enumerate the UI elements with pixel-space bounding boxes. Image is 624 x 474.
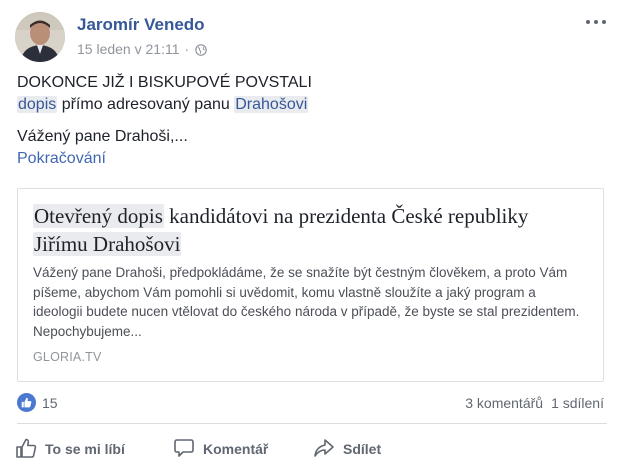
like-reaction-icon[interactable] (17, 393, 36, 412)
highlighted-term: Jiřímu Drahošovi (33, 232, 182, 256)
action-bar: To se mi líbí Komentář Sdílet (15, 434, 610, 464)
post-timestamp[interactable]: 15 leden v 21:11 (77, 41, 180, 57)
like-count[interactable]: 15 (42, 395, 58, 411)
share-arrow-icon (313, 437, 343, 462)
divider (17, 423, 607, 424)
reaction-stats: 15 3 komentářů 1 sdílení (17, 391, 607, 415)
post-meta: 15 leden v 21:11 · (77, 41, 207, 57)
share-count[interactable]: 1 sdílení (551, 395, 604, 411)
thumbs-up-icon (15, 437, 45, 462)
post-header: Jaromír Venedo 15 leden v 21:11 · (15, 12, 611, 62)
post-text-line: DOKONCE JIŽ I BISKUPOVÉ POVSTALI (17, 74, 312, 91)
post-text-fragment: přímo adresovaný panu (57, 96, 235, 113)
title-fragment: kandidátovi na prezidenta České republik… (163, 204, 529, 228)
engagement-counts: 3 komentářů 1 sdílení (457, 395, 604, 411)
ellipsis-icon[interactable] (586, 18, 606, 26)
post-text-line: dopis přímo adresovaný panu Drahošovi (17, 94, 607, 116)
author-name[interactable]: Jaromír Venedo (77, 15, 205, 35)
link-preview-card[interactable]: Otevřený dopis kandidátovi na prezidenta… (17, 188, 604, 382)
highlighted-term: Otevřený dopis (33, 204, 164, 228)
speech-bubble-icon (173, 437, 203, 462)
mention-link[interactable]: dopis (17, 96, 58, 113)
like-label: To se mi líbí (45, 441, 125, 457)
comment-label: Komentář (203, 441, 269, 457)
see-more-link[interactable]: Pokračování (17, 150, 106, 167)
comment-count[interactable]: 3 komentářů (465, 395, 543, 411)
link-preview-title[interactable]: Otevřený dopis kandidátovi na prezidenta… (33, 202, 588, 258)
link-preview-description: Vážený pane Drahoši, předpokládáme, že s… (33, 265, 580, 339)
post-body: DOKONCE JIŽ I BISKUPOVÉ POVSTALI dopis p… (17, 72, 607, 170)
comment-button[interactable]: Komentář (173, 434, 268, 464)
like-button[interactable]: To se mi líbí (15, 434, 125, 464)
mention-link[interactable]: Drahošovi (234, 96, 309, 113)
share-button[interactable]: Sdílet (313, 434, 381, 464)
post-text-line: Vážený pane Drahoši,... (17, 128, 188, 145)
link-preview-domain: GLORIA.TV (33, 350, 102, 364)
avatar[interactable] (15, 12, 65, 62)
meta-separator: · (184, 41, 190, 57)
globe-icon[interactable] (195, 43, 207, 56)
share-label: Sdílet (343, 441, 382, 457)
